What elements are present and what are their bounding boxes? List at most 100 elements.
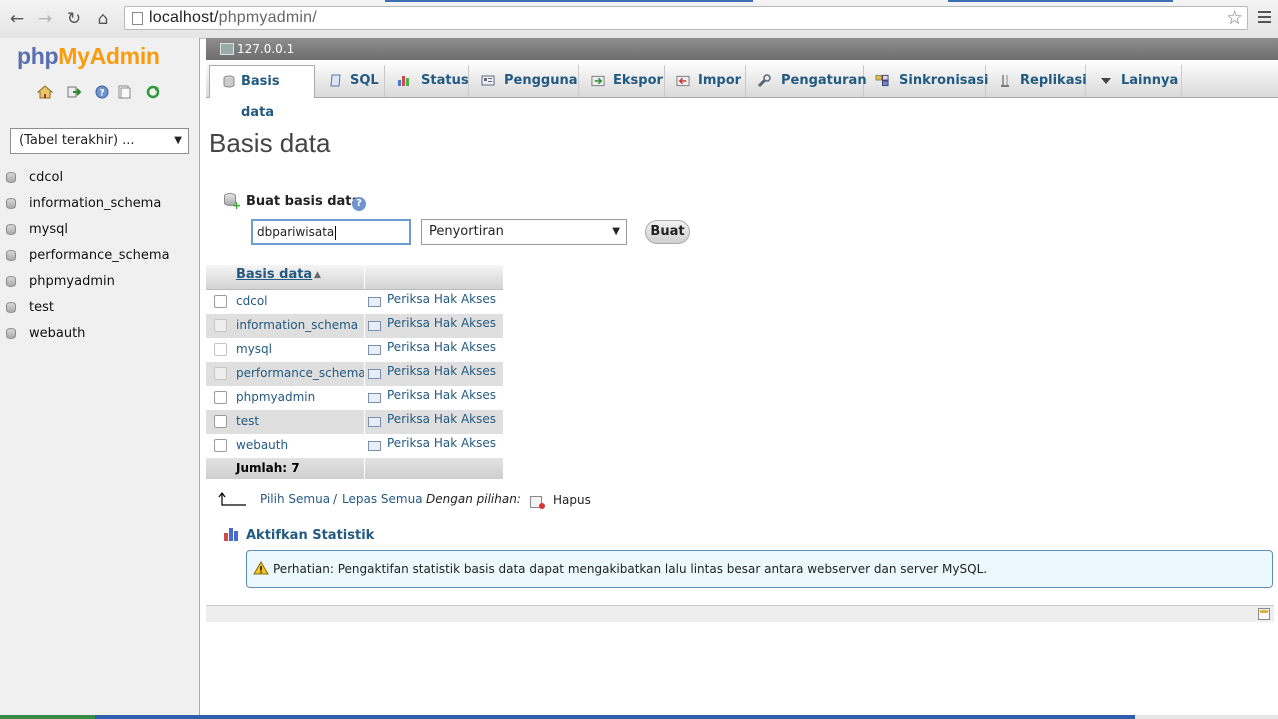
browser-toolbar: ← → ↻ ⌂ localhost/phpmyadmin/ ☆ [0, 0, 1278, 39]
new-database-name-input[interactable]: dbpariwisata [251, 219, 411, 245]
separator-slash: / [333, 492, 338, 506]
phpmyadmin-logo[interactable]: phpMyAdmin [17, 43, 160, 70]
tab-label: Status [421, 73, 469, 88]
tab-label: Basis data [241, 74, 280, 120]
server-link[interactable]: 127.0.0.1 [237, 42, 294, 56]
create-database-label: Buat basis data [246, 194, 361, 209]
check-privileges-link[interactable]: Periksa Hak Akses [387, 436, 496, 450]
tab-basis-data[interactable]: Basis data [209, 65, 315, 120]
home-icon[interactable] [37, 84, 53, 100]
check-privileges-link[interactable]: Periksa Hak Akses [387, 292, 496, 306]
sidebar-item-cdcol[interactable]: cdcol [0, 167, 199, 193]
sidebar-item-webauth[interactable]: webauth [0, 323, 199, 349]
check-privileges-link[interactable]: Periksa Hak Akses [387, 412, 496, 426]
tab-pengaturan[interactable]: Pengaturan [746, 65, 867, 97]
tab-ekspor[interactable]: Ekspor [579, 65, 665, 97]
create-database-button[interactable]: Buat [645, 220, 690, 244]
refresh-icon[interactable] [145, 84, 161, 100]
exit-icon[interactable] [66, 84, 82, 100]
sort-by-database-link[interactable]: Basis data [236, 267, 312, 282]
delete-button[interactable]: Hapus [553, 493, 591, 507]
table-row: cdcol Periksa Hak Akses [206, 290, 503, 314]
tab-pengguna[interactable]: Pengguna [469, 65, 579, 97]
navigation-panel: phpMyAdmin ? (Tabel terakhir) ... ▼ cdco… [0, 38, 200, 719]
console-toggle-icon[interactable] [1258, 608, 1270, 620]
check-privileges-link[interactable]: Periksa Hak Akses [387, 388, 496, 402]
row-checkbox[interactable] [214, 439, 227, 452]
tab-replikasi[interactable]: Replikasi [986, 65, 1087, 97]
database-icon [6, 172, 16, 183]
export-icon [591, 74, 605, 87]
database-tree: cdcol information_schema mysql performan… [0, 167, 199, 349]
enable-statistics-link[interactable]: Aktifkan Statistik [246, 528, 374, 543]
tab-label: Lainnya [1121, 73, 1179, 88]
help-icon[interactable]: ? [352, 197, 366, 211]
sidebar-item-label: test [29, 300, 54, 315]
database-icon [6, 224, 16, 235]
check-privileges-link[interactable]: Periksa Hak Akses [387, 364, 496, 378]
select-all-link[interactable]: Pilih Semua [260, 492, 330, 506]
delete-badge-icon [539, 503, 545, 509]
tab-lainnya[interactable]: Lainnya [1086, 65, 1182, 97]
help-icon[interactable]: ? [94, 84, 110, 100]
check-privileges-link[interactable]: Periksa Hak Akses [387, 316, 496, 330]
sidebar-item-phpmyadmin[interactable]: phpmyadmin [0, 271, 199, 297]
check-privileges-link[interactable]: Periksa Hak Akses [387, 340, 496, 354]
sidebar-item-mysql[interactable]: mysql [0, 219, 199, 245]
database-icon [6, 198, 16, 209]
bookmark-star-icon[interactable]: ☆ [1226, 7, 1243, 29]
table-row: mysql Periksa Hak Akses [206, 338, 503, 362]
bulk-actions: Pilih Semua / Lepas Semua Dengan pilihan… [218, 490, 618, 510]
replication-icon [998, 74, 1012, 87]
import-icon [676, 74, 690, 87]
tab-status[interactable]: Status [385, 65, 469, 97]
page-title: Basis data [209, 128, 331, 158]
database-link[interactable]: performance_schema [236, 366, 366, 380]
address-bar[interactable]: localhost/phpmyadmin/ ☆ [124, 6, 1248, 30]
database-link[interactable]: mysql [236, 342, 272, 356]
row-checkbox[interactable] [214, 391, 227, 404]
database-link[interactable]: webauth [236, 438, 288, 452]
database-link[interactable]: cdcol [236, 294, 268, 308]
sidebar-item-information-schema[interactable]: information_schema [0, 193, 199, 219]
tab-label: SQL [350, 73, 379, 88]
url-text: localhost/phpmyadmin/ [149, 9, 317, 27]
reload-icon[interactable]: ↻ [63, 8, 85, 30]
statistics-icon [224, 528, 238, 541]
home-icon[interactable]: ⌂ [92, 8, 114, 30]
server-icon [220, 43, 234, 55]
row-checkbox[interactable] [214, 415, 227, 428]
browser-menu-icon[interactable] [1258, 11, 1271, 23]
recent-tables-select[interactable]: (Tabel terakhir) ... ▼ [10, 128, 189, 154]
row-checkbox [214, 367, 227, 380]
sidebar-item-label: cdcol [29, 170, 64, 185]
back-arrow-icon[interactable]: ← [6, 8, 28, 30]
plus-icon: + [232, 199, 242, 212]
tab-sinkronisasi[interactable]: Sinkronisasi [864, 65, 988, 97]
row-checkbox[interactable] [214, 295, 227, 308]
database-link[interactable]: information_schema [236, 318, 358, 332]
database-list-table: Basis data ▲ cdcol Periksa Hak Akses inf… [206, 265, 503, 479]
tab-sql[interactable]: SQL [315, 65, 385, 97]
tab-label: Pengguna [504, 73, 578, 88]
forward-arrow-icon[interactable]: → [34, 8, 56, 30]
sidebar-item-test[interactable]: test [0, 297, 199, 323]
privileges-icon [368, 297, 381, 307]
database-link[interactable]: test [236, 414, 259, 428]
documentation-icon[interactable] [116, 84, 132, 100]
taskbar-strip [0, 715, 1278, 719]
logo-php: php [17, 43, 59, 69]
page-icon [132, 12, 143, 25]
table-row: phpmyadmin Periksa Hak Akses [206, 386, 503, 410]
database-column-header: Basis data ▲ [206, 265, 365, 289]
tab-impor[interactable]: Impor [665, 65, 746, 97]
database-link[interactable]: phpmyadmin [236, 390, 315, 404]
sidebar-item-label: webauth [29, 326, 86, 341]
deselect-all-link[interactable]: Lepas Semua [342, 492, 423, 506]
tab-label: Impor [698, 73, 742, 88]
statistics-warning-notice: Perhatian: Pengaktifan statistik basis d… [246, 550, 1273, 588]
collation-select[interactable]: Penyortiran ▼ [421, 219, 627, 245]
collation-value: Penyortiran [429, 224, 504, 239]
row-checkbox [214, 319, 227, 332]
sidebar-item-performance-schema[interactable]: performance_schema [0, 245, 199, 271]
